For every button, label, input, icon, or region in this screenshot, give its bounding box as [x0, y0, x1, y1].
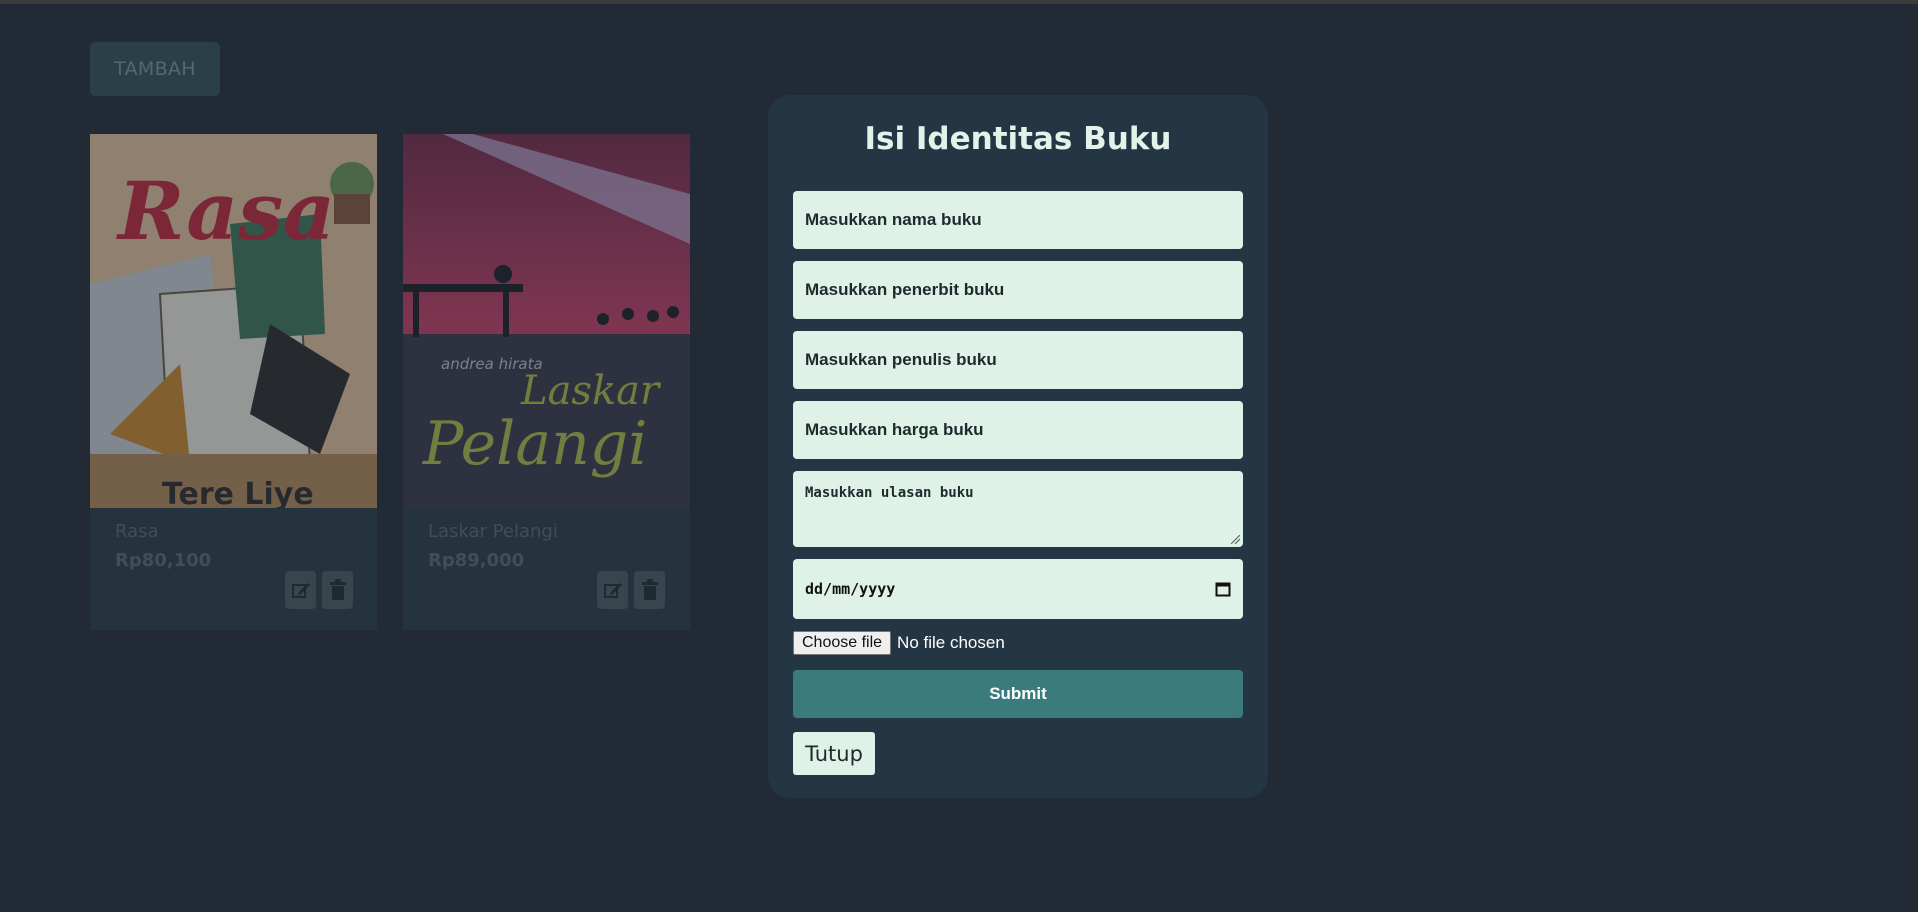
- file-status-text: No file chosen: [897, 633, 1005, 652]
- choose-file-button[interactable]: Choose file: [793, 631, 892, 655]
- modal-title: Isi Identitas Buku: [864, 121, 1172, 157]
- close-label: Tutup: [805, 741, 863, 766]
- delete-button[interactable]: [634, 571, 665, 609]
- book-price-input[interactable]: Masukkan harga buku: [793, 401, 1243, 459]
- book-name-placeholder: Masukkan nama buku: [805, 210, 982, 229]
- book-cover-image: andrea hirata Laskar Pelangi: [403, 134, 690, 508]
- book-review-placeholder: Masukkan ulasan buku: [805, 485, 974, 501]
- book-cover-image: Rasa Tere Liye: [90, 134, 377, 508]
- submit-label: Submit: [989, 684, 1047, 703]
- book-card: andrea hirata Laskar Pelangi Laskar Pela…: [403, 134, 690, 630]
- calendar-icon[interactable]: [1215, 581, 1231, 597]
- book-price-placeholder: Masukkan harga buku: [805, 420, 984, 439]
- cover-title-text: Laskar: [520, 368, 662, 414]
- book-writer-placeholder: Masukkan penulis buku: [805, 350, 997, 369]
- delete-button[interactable]: [322, 571, 353, 609]
- book-name-input[interactable]: Masukkan nama buku: [793, 191, 1243, 249]
- book-form-modal: Isi Identitas Buku Masukkan nama buku Ma…: [768, 95, 1268, 798]
- close-button[interactable]: Tutup: [793, 732, 875, 775]
- book-price: Rp89,000: [428, 550, 525, 571]
- book-review-textarea[interactable]: Masukkan ulasan buku: [793, 471, 1243, 547]
- book-publisher-input[interactable]: Masukkan penerbit buku: [793, 261, 1243, 319]
- trash-icon: [329, 579, 346, 600]
- book-card: Rasa Tere Liye Rasa Rp80,100: [90, 134, 377, 630]
- browser-top-border: [0, 0, 1918, 4]
- book-date-input[interactable]: dd/mm/yyyy: [793, 559, 1243, 619]
- add-book-button[interactable]: TAMBAH: [90, 42, 220, 96]
- edit-button[interactable]: [285, 571, 316, 609]
- edit-icon: [603, 583, 622, 598]
- book-title: Laskar Pelangi: [428, 521, 558, 542]
- date-placeholder: dd/mm/yyyy: [805, 580, 896, 598]
- book-title: Rasa: [115, 521, 159, 542]
- file-upload: Choose file No file chosen: [793, 631, 1005, 655]
- submit-button[interactable]: Submit: [793, 670, 1243, 718]
- edit-icon: [291, 583, 310, 598]
- book-price: Rp80,100: [115, 550, 212, 571]
- cover-author-text: Tere Liye: [162, 477, 314, 508]
- resize-handle-icon[interactable]: [1231, 535, 1240, 544]
- cover-title-text: Rasa: [116, 164, 335, 258]
- trash-icon: [641, 579, 658, 600]
- edit-button[interactable]: [597, 571, 628, 609]
- book-publisher-placeholder: Masukkan penerbit buku: [805, 280, 1005, 299]
- cover-title-text: Pelangi: [422, 409, 647, 479]
- book-writer-input[interactable]: Masukkan penulis buku: [793, 331, 1243, 389]
- add-book-label: TAMBAH: [114, 58, 196, 80]
